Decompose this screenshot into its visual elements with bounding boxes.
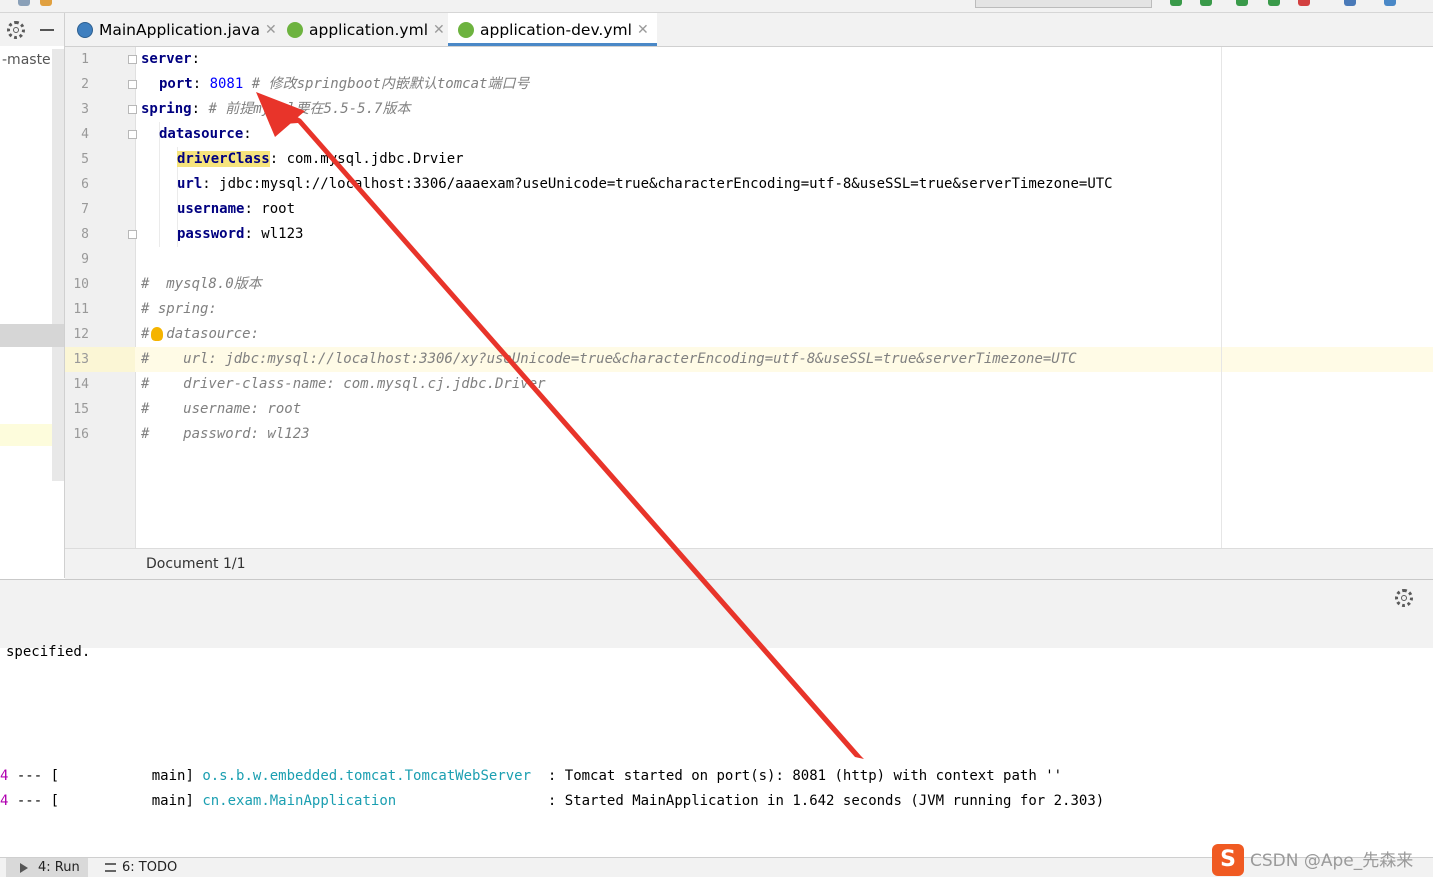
breadcrumb: Document 1/1 (65, 548, 1433, 579)
project-panel: -maste (0, 13, 65, 578)
console-line: 4 --- [ main] o.s.b.w.embedded.tomcat.To… (0, 768, 1063, 784)
code-line: datasource: (159, 126, 252, 142)
fold-marker[interactable] (128, 55, 137, 64)
translate-icon[interactable] (1384, 0, 1396, 6)
code-line: # spring: (141, 301, 217, 317)
line-number[interactable]: 16 (65, 427, 89, 442)
run-tool-tab[interactable]: 4: Run (6, 858, 88, 877)
code-line: server: (141, 51, 201, 67)
fold-marker[interactable] (128, 80, 137, 89)
right-margin-guide (1221, 47, 1222, 548)
editor-tab-bar: MainApplication.java ✕ application.yml ✕… (65, 13, 1433, 47)
lightbulb-icon[interactable] (151, 327, 163, 341)
project-scrollbar[interactable] (52, 49, 64, 481)
gear-icon[interactable] (7, 21, 25, 39)
line-number-gutter[interactable] (65, 47, 136, 548)
sogou-logo-icon: S (1212, 844, 1244, 876)
console-line: 4 --- [ main] cn.exam.MainApplication : … (0, 793, 1105, 809)
project-panel-header (0, 13, 64, 46)
gear-icon[interactable] (1395, 589, 1413, 607)
debug-icon[interactable] (1200, 0, 1212, 6)
tab-label: application-dev.yml (480, 20, 632, 39)
line-number[interactable]: 5 (65, 152, 89, 167)
fold-marker[interactable] (128, 230, 137, 239)
profile-icon[interactable] (1268, 0, 1280, 6)
code-line: spring: # 前提mysql要在5.5-5.7版本 (141, 101, 411, 117)
code-line: # driver-class-name: com.mysql.cj.jdbc.D… (141, 376, 546, 392)
tab-main-application[interactable]: MainApplication.java ✕ (77, 13, 277, 46)
code-line: driverClass: com.mysql.jdbc.Drvier (177, 151, 464, 167)
todo-tab-label: 6: TODO (122, 860, 178, 875)
project-structure-icon[interactable] (1344, 0, 1356, 6)
code-line: password: wl123 (177, 226, 304, 242)
watermark-text: CSDN @Ape_先森来 (1250, 851, 1414, 871)
run-icon (20, 862, 28, 873)
line-number[interactable]: 4 (65, 127, 89, 142)
line-number[interactable]: 11 (65, 302, 89, 317)
line-number[interactable]: 3 (65, 102, 89, 117)
line-number[interactable]: 9 (65, 252, 89, 267)
code-editor[interactable]: 1 2 3 4 5 6 7 8 9 10 11 12 13 14 15 16 server: port: 80… (65, 47, 1433, 548)
line-number[interactable]: 14 (65, 377, 89, 392)
line-number[interactable]: 7 (65, 202, 89, 217)
code-line: username: root (177, 201, 296, 217)
java-class-icon (77, 21, 93, 38)
console-output[interactable]: specified. 4 --- [ main] o.s.b.w.embedde… (0, 644, 1433, 856)
tab-label: application.yml (309, 20, 429, 39)
code-line: # url: jdbc:mysql://localhost:3306/xy?us… (141, 351, 1077, 367)
watermark: S CSDN @Ape_先森来 (1212, 842, 1433, 876)
code-line: port: 8081 # 修改springboot内嵌默认tomcat端口号 (159, 76, 530, 92)
todo-tool-tab[interactable]: 6: TODO (105, 858, 177, 877)
line-number[interactable]: 15 (65, 402, 89, 417)
code-line: # username: root (141, 401, 302, 417)
close-icon[interactable]: ✕ (433, 22, 445, 38)
yaml-spring-icon (287, 21, 303, 38)
code-line: # mysql8.0版本 (141, 276, 262, 292)
stop-icon[interactable] (1298, 0, 1310, 6)
project-selected-row[interactable] (0, 324, 64, 347)
breadcrumb-label[interactable]: Document 1/1 (146, 556, 246, 572)
toolbar-icon[interactable] (40, 0, 52, 6)
code-line: # password: wl123 (141, 426, 310, 442)
line-number[interactable]: 13 (65, 352, 89, 367)
collapse-icon[interactable] (40, 29, 54, 31)
project-highlight-row[interactable] (0, 424, 52, 446)
fold-marker[interactable] (128, 105, 137, 114)
tab-label: MainApplication.java (99, 20, 261, 39)
run-config-selector[interactable] (975, 0, 1152, 8)
console-line: specified. (6, 644, 91, 660)
tab-application-dev-yml[interactable]: application-dev.yml ✕ (448, 13, 657, 46)
line-number[interactable]: 2 (65, 77, 89, 92)
close-icon[interactable]: ✕ (637, 22, 649, 38)
line-number[interactable]: 6 (65, 177, 89, 192)
main-toolbar-strip (0, 0, 1433, 13)
fold-marker[interactable] (128, 130, 137, 139)
close-icon[interactable]: ✕ (265, 22, 277, 38)
line-number[interactable]: 8 (65, 227, 89, 242)
run-icon[interactable] (1170, 0, 1182, 6)
run-panel-header (0, 579, 1433, 649)
coverage-icon[interactable] (1236, 0, 1248, 6)
line-number[interactable]: 1 (65, 52, 89, 67)
code-line: url: jdbc:mysql://localhost:3306/aaaexam… (177, 176, 1113, 192)
project-root-label[interactable]: -maste (2, 52, 51, 68)
tab-application-yml[interactable]: application.yml ✕ (287, 13, 445, 46)
yaml-spring-icon (458, 21, 474, 38)
toolbar-icon[interactable] (18, 0, 30, 6)
line-number[interactable]: 12 (65, 327, 89, 342)
run-tab-label: 4: Run (38, 860, 80, 875)
line-number[interactable]: 10 (65, 277, 89, 292)
todo-list-icon (105, 863, 116, 872)
